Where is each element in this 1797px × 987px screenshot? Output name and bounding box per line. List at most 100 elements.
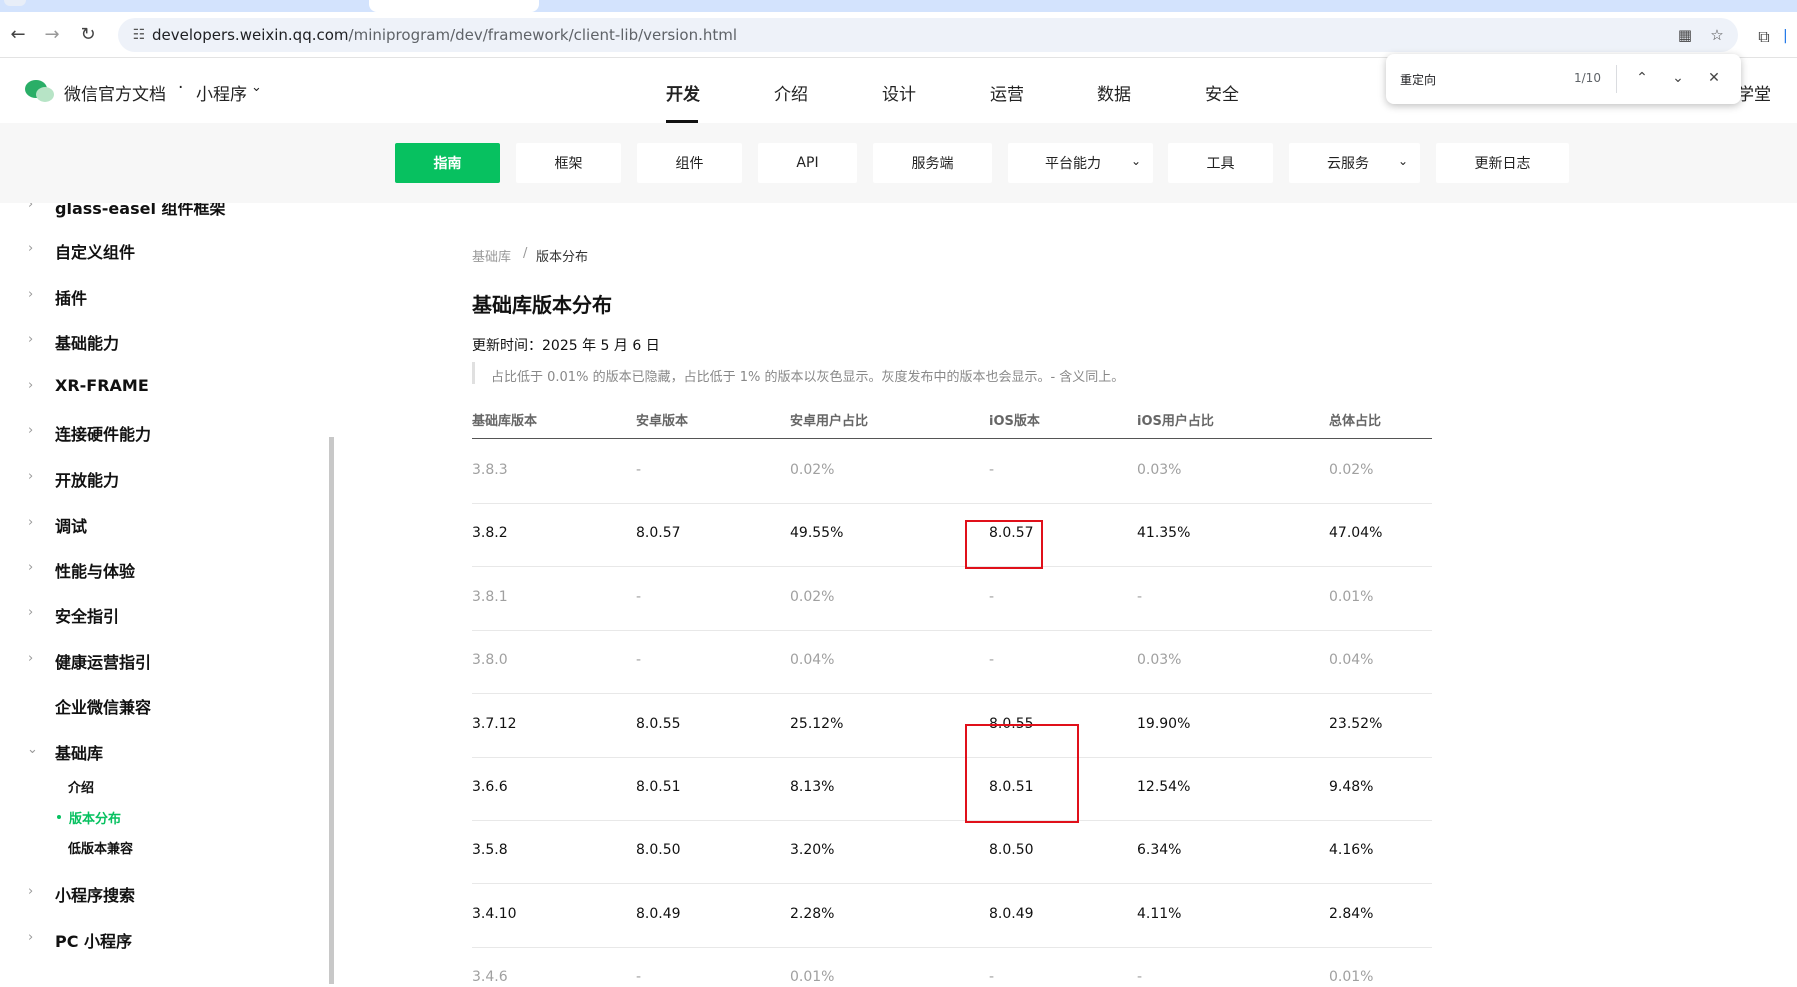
sidebar-item-label: glass-easel 组件框架 — [55, 203, 226, 218]
sidebar-item-health-ops[interactable]: › 健康运营指引 — [0, 649, 320, 673]
forward-arrow-icon[interactable]: → — [38, 20, 66, 48]
chevron-right-icon: › — [28, 203, 34, 212]
find-divider — [1616, 65, 1617, 93]
close-icon[interactable]: ✕ — [1703, 67, 1725, 89]
subnav-cloud[interactable]: 云服务 ⌄ — [1289, 143, 1420, 183]
nav-operations[interactable]: 运营 — [990, 80, 1024, 105]
browser-tab-active[interactable] — [369, 0, 539, 12]
sidebar-subitem-intro[interactable]: 介绍 — [68, 777, 94, 796]
subnav-server[interactable]: 服务端 — [873, 143, 992, 183]
nav-data[interactable]: 数据 — [1097, 80, 1131, 105]
sidebar-item-performance[interactable]: › 性能与体验 — [0, 558, 320, 582]
table-cell: 41.35% — [1137, 525, 1191, 541]
sidebar-item-label: 插件 — [55, 289, 88, 308]
subnav-changelog[interactable]: 更新日志 — [1436, 143, 1569, 183]
back-arrow-icon[interactable]: ← — [4, 20, 32, 48]
subnav-framework[interactable]: 框架 — [516, 143, 621, 183]
chevron-up-icon[interactable]: ⌃ — [1631, 67, 1653, 89]
subnav-cloud-label: 云服务 — [1327, 156, 1369, 172]
address-bar[interactable]: ☷ developers.weixin.qq.com/miniprogram/d… — [118, 18, 1738, 52]
extensions-icon[interactable]: ⧉ — [1753, 26, 1775, 48]
table-row-divider — [472, 820, 1432, 821]
table-cell: 8.0.57 — [636, 525, 681, 541]
sidebar-item-search[interactable]: › 小程序搜索 — [0, 882, 320, 906]
sidebar-subitem-version-distribution[interactable]: 版本分布 — [69, 808, 121, 827]
table-cell: 19.90% — [1137, 716, 1191, 732]
subnav-platform-capability[interactable]: 平台能力 ⌄ — [1008, 143, 1153, 183]
table-cell: 3.8.0 — [472, 652, 508, 668]
table-cell: 8.0.55 — [636, 716, 681, 732]
subnav-api[interactable]: API — [758, 143, 857, 183]
chevron-right-icon: › — [28, 930, 34, 945]
site-info-icon[interactable]: ☷ — [130, 26, 148, 44]
sidebar-item-security-guide[interactable]: › 安全指引 — [0, 603, 320, 627]
table-cell: 3.8.1 — [472, 589, 508, 605]
table-cell: - — [989, 589, 995, 605]
nav-security[interactable]: 安全 — [1205, 80, 1239, 105]
table-cell: 0.01% — [790, 969, 835, 985]
table-cell: 0.02% — [790, 462, 835, 478]
table-cell: 3.4.10 — [472, 906, 517, 922]
sidebar-scrollbar[interactable] — [329, 437, 334, 984]
table-cell: 8.0.51 — [636, 779, 681, 795]
nav-develop[interactable]: 开发 — [666, 80, 700, 105]
chevron-down-icon: ⌄ — [1130, 154, 1141, 168]
chevron-down-icon: ⌄ — [1397, 154, 1408, 168]
sidebar-item-open-capability[interactable]: › 开放能力 — [0, 467, 320, 491]
subnav-components[interactable]: 组件 — [637, 143, 742, 183]
highlight-box — [965, 520, 1043, 569]
chevron-right-icon: › — [28, 287, 34, 302]
browser-toolbar: ← → ↻ ☷ developers.weixin.qq.com/minipro… — [0, 12, 1797, 58]
table-cell: 0.02% — [1329, 462, 1374, 478]
bookmark-star-icon[interactable]: ☆ — [1706, 24, 1728, 46]
sidebar-subitem-low-version-compat[interactable]: 低版本兼容 — [68, 838, 133, 857]
table-row-divider — [472, 630, 1432, 631]
note-quote-bar — [472, 362, 475, 384]
sidebar-item-hardware[interactable]: › 连接硬件能力 — [0, 421, 320, 445]
chevron-down-icon[interactable]: ⌄ — [251, 80, 262, 95]
table-cell: 0.03% — [1137, 652, 1182, 668]
sidebar-item-xr-frame[interactable]: › XR-FRAME — [0, 376, 320, 400]
table-row-divider — [472, 947, 1432, 948]
subnav-tools[interactable]: 工具 — [1168, 143, 1273, 183]
sidebar-item-basic-capability[interactable]: › 基础能力 — [0, 330, 320, 354]
sidebar-item-pc-miniprogram[interactable]: › PC 小程序 — [0, 928, 320, 952]
brand-name[interactable]: 微信官方文档 — [64, 80, 166, 105]
table-row-divider — [472, 566, 1432, 567]
reload-icon[interactable]: ↻ — [74, 20, 102, 48]
chevron-right-icon: › — [28, 469, 34, 484]
nav-academy[interactable]: 学堂 — [1737, 80, 1771, 105]
sidebar-item-wecom-compat[interactable]: 企业微信兼容 — [0, 694, 320, 718]
breadcrumb-parent[interactable]: 基础库 — [472, 246, 511, 265]
sidebar-item-label: 小程序搜索 — [55, 886, 136, 905]
table-cell: 12.54% — [1137, 779, 1191, 795]
browser-tab-inactive[interactable] — [0, 0, 369, 12]
note-text: 占比低于 0.01% 的版本已隐藏，占比低于 1% 的版本以灰色显示。灰度发布中… — [491, 370, 1125, 385]
chevron-right-icon: › — [28, 884, 34, 899]
nav-intro[interactable]: 介绍 — [774, 80, 808, 105]
sidebar-item-glass-easel[interactable]: › glass-easel 组件框架 — [0, 203, 320, 219]
chevron-down-icon[interactable]: ⌄ — [1667, 67, 1689, 89]
table-cell: 0.03% — [1137, 462, 1182, 478]
table-cell: 23.52% — [1329, 716, 1383, 732]
sidebar-item-debug[interactable]: › 调试 — [0, 513, 320, 537]
table-cell: 2.84% — [1329, 906, 1374, 922]
product-switcher[interactable]: 小程序 — [196, 80, 247, 105]
page-title: 基础库版本分布 — [472, 293, 612, 317]
column-header: 安卓版本 — [636, 414, 689, 429]
url-path: /miniprogram/dev/framework/client-lib/ve… — [348, 26, 738, 44]
chevron-right-icon: › — [28, 605, 34, 620]
nav-design[interactable]: 设计 — [882, 80, 916, 105]
find-in-page-icon[interactable]: ▦ — [1674, 24, 1696, 46]
sidebar-item-custom-components[interactable]: › 自定义组件 — [0, 239, 320, 263]
table-cell: 8.0.50 — [989, 842, 1034, 858]
table-cell: - — [636, 969, 642, 985]
wechat-logo-icon[interactable] — [25, 78, 55, 104]
subnav-guide[interactable]: 指南 — [395, 143, 500, 183]
profile-edge-icon[interactable]: | — [1783, 28, 1797, 46]
sidebar-item-base-library[interactable]: ⌄ 基础库 — [0, 740, 320, 764]
find-query-input[interactable]: 重定向 — [1400, 71, 1436, 88]
sidebar-item-plugins[interactable]: › 插件 — [0, 285, 320, 309]
chevron-down-icon: ⌄ — [27, 742, 38, 757]
sidebar-item-label: 基础能力 — [55, 334, 120, 353]
